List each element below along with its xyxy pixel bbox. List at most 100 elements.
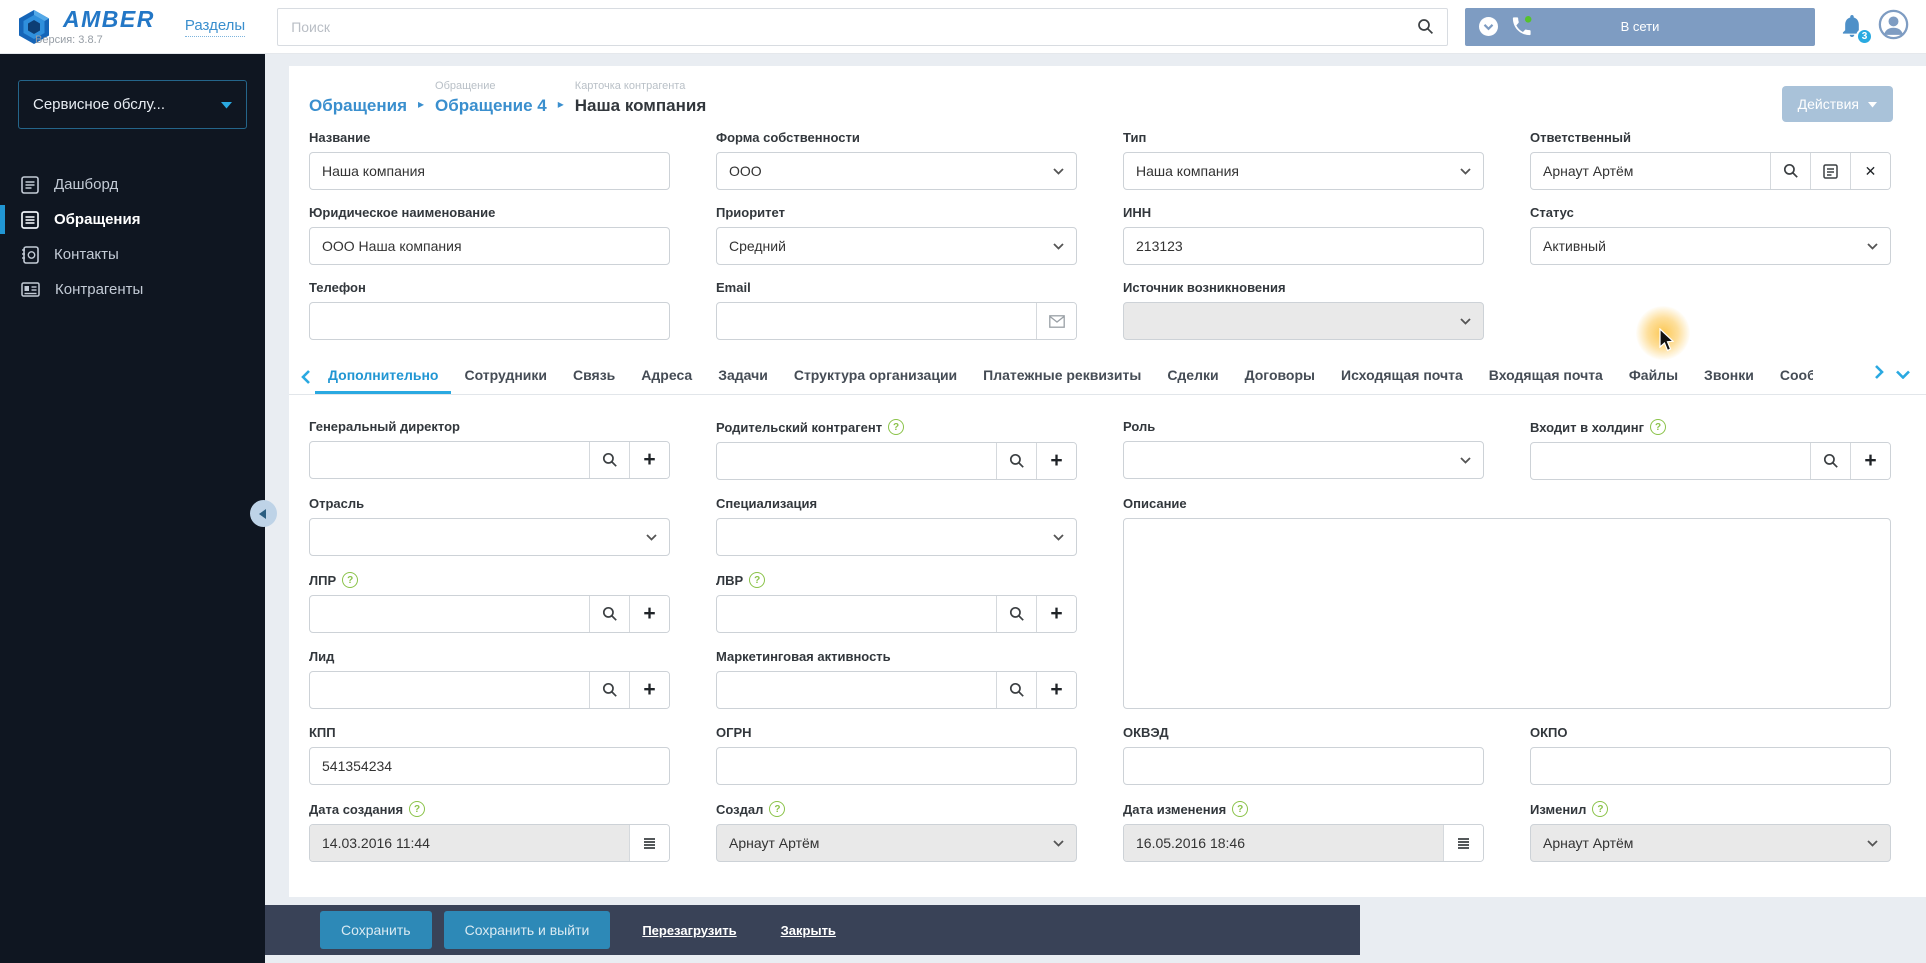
- reload-link[interactable]: Перезагрузить: [642, 923, 736, 938]
- lvr-search-button[interactable]: [996, 596, 1036, 632]
- save-and-exit-button[interactable]: Сохранить и выйти: [443, 911, 611, 949]
- status-select[interactable]: Активный: [1530, 227, 1891, 265]
- parent-add-button[interactable]: +: [1036, 443, 1076, 479]
- ceo-search-button[interactable]: [589, 442, 629, 478]
- lead-input[interactable]: [310, 672, 589, 708]
- tab-files[interactable]: Файлы: [1616, 358, 1691, 394]
- ownership-select[interactable]: ООО: [716, 152, 1077, 190]
- description-textarea[interactable]: [1123, 518, 1891, 709]
- lpr-input[interactable]: [310, 596, 589, 632]
- phone-input[interactable]: [309, 302, 670, 340]
- priority-select[interactable]: Средний: [716, 227, 1077, 265]
- okpo-input[interactable]: [1530, 747, 1891, 785]
- okved-input[interactable]: [1123, 747, 1484, 785]
- lpr-add-button[interactable]: +: [629, 596, 669, 632]
- tab-employees[interactable]: Сотрудники: [451, 358, 560, 394]
- tab-incoming-mail[interactable]: Входящая почта: [1476, 358, 1616, 394]
- tab-contracts[interactable]: Договоры: [1232, 358, 1328, 394]
- lvr-add-button[interactable]: +: [1036, 596, 1076, 632]
- modified-at-calendar-button[interactable]: [1443, 825, 1483, 861]
- field-modified-at: Дата изменения?: [1123, 801, 1484, 862]
- amber-logo: AMBER Версия: 3.8.7: [14, 7, 155, 47]
- holding-search-button[interactable]: [1810, 443, 1850, 479]
- inn-input[interactable]: [1123, 227, 1484, 265]
- tab-communication[interactable]: Связь: [560, 358, 628, 394]
- holding-add-button[interactable]: +: [1850, 443, 1890, 479]
- search-input[interactable]: [291, 18, 1417, 35]
- owner-card-button[interactable]: [1810, 153, 1850, 189]
- marketing-activity-input[interactable]: [717, 672, 996, 708]
- kpp-input[interactable]: [309, 747, 670, 785]
- user-avatar[interactable]: [1878, 9, 1909, 45]
- field-okpo: ОКПО: [1530, 725, 1891, 785]
- created-at-calendar-button[interactable]: [629, 825, 669, 861]
- sidebar-item-contacts[interactable]: Контакты: [0, 237, 265, 272]
- owner-input[interactable]: [1531, 153, 1770, 189]
- avatar-person-icon[interactable]: [1878, 9, 1909, 40]
- sidebar-item-label: Дашборд: [54, 176, 119, 193]
- sidebar-item-accounts[interactable]: Контрагенты: [0, 272, 265, 307]
- chevron-down-icon: [1867, 242, 1878, 250]
- close-link[interactable]: Закрыть: [781, 923, 836, 938]
- lead-add-button[interactable]: +: [629, 672, 669, 708]
- search-icon: [1823, 453, 1838, 468]
- lead-search-button[interactable]: [589, 672, 629, 708]
- cases-icon: [21, 210, 39, 229]
- tab-deals[interactable]: Сделки: [1154, 358, 1231, 394]
- breadcrumb-case-4[interactable]: Обращение Обращение 4: [435, 80, 547, 116]
- parent-search-button[interactable]: [996, 443, 1036, 479]
- sidebar-item-dashboard[interactable]: Дашборд: [0, 167, 265, 202]
- search-icon[interactable]: [1417, 18, 1434, 35]
- phone-icon[interactable]: [1510, 15, 1533, 38]
- notifications-bell[interactable]: 3: [1839, 12, 1873, 45]
- tab-org-structure[interactable]: Структура организации: [781, 358, 970, 394]
- parent-account-input[interactable]: [717, 443, 996, 479]
- owner-clear-button[interactable]: ✕: [1850, 153, 1890, 189]
- marketing-add-button[interactable]: +: [1036, 672, 1076, 708]
- search-icon: [1009, 682, 1024, 697]
- tab-messages[interactable]: Сообщения: [1767, 358, 1813, 394]
- sections-link[interactable]: Разделы: [184, 17, 246, 37]
- ceo-add-button[interactable]: +: [629, 442, 669, 478]
- card-list-icon: [1823, 163, 1838, 179]
- footer-zone: Сохранить Сохранить и выйти Перезагрузит…: [265, 897, 1926, 963]
- chevron-down-circle-icon[interactable]: [1478, 16, 1499, 37]
- tabs-expand-icon[interactable]: [1896, 366, 1910, 384]
- tabs-scroll-right-icon[interactable]: [1874, 365, 1884, 384]
- ogrn-input[interactable]: [716, 747, 1077, 785]
- save-button[interactable]: Сохранить: [320, 911, 432, 949]
- field-created-by: Создал? Арнаут Артём: [716, 801, 1077, 862]
- tabs-scroll-left-icon[interactable]: [297, 370, 315, 394]
- send-email-button[interactable]: [1036, 303, 1076, 339]
- workspace-selector[interactable]: Сервисное обслу...: [18, 80, 247, 129]
- search-icon: [602, 682, 617, 697]
- tab-addresses[interactable]: Адреса: [628, 358, 705, 394]
- tab-additional[interactable]: Дополнительно: [315, 358, 452, 394]
- role-select[interactable]: [1123, 441, 1484, 479]
- sidebar-collapse-handle[interactable]: [250, 500, 277, 527]
- industry-select[interactable]: [309, 518, 670, 556]
- lpr-search-button[interactable]: [589, 596, 629, 632]
- breadcrumb-cases[interactable]: Обращения: [309, 80, 407, 116]
- name-input[interactable]: [309, 152, 670, 190]
- main-area: Обращения ▸ Обращение Обращение 4 ▸ Карт…: [265, 54, 1926, 963]
- actions-button[interactable]: Действия: [1781, 86, 1893, 122]
- envelope-icon: [1048, 314, 1065, 328]
- field-specialization: Специализация: [716, 496, 1077, 556]
- legal-name-input[interactable]: [309, 227, 670, 265]
- chevron-left-icon: [259, 508, 266, 519]
- tab-payment-details[interactable]: Платежные реквизиты: [970, 358, 1154, 394]
- specialization-select[interactable]: [716, 518, 1077, 556]
- marketing-search-button[interactable]: [996, 672, 1036, 708]
- owner-search-button[interactable]: [1770, 153, 1810, 189]
- ceo-input[interactable]: [310, 442, 589, 478]
- type-select[interactable]: Наша компания: [1123, 152, 1484, 190]
- lvr-input[interactable]: [717, 596, 996, 632]
- tab-tasks[interactable]: Задачи: [705, 358, 781, 394]
- tab-outgoing-mail[interactable]: Исходящая почта: [1328, 358, 1476, 394]
- holding-input[interactable]: [1531, 443, 1810, 479]
- tab-calls[interactable]: Звонки: [1691, 358, 1767, 394]
- telephony-status-bar[interactable]: В сети: [1465, 7, 1815, 46]
- sidebar-item-cases[interactable]: Обращения: [0, 202, 265, 237]
- email-input[interactable]: [717, 303, 1036, 339]
